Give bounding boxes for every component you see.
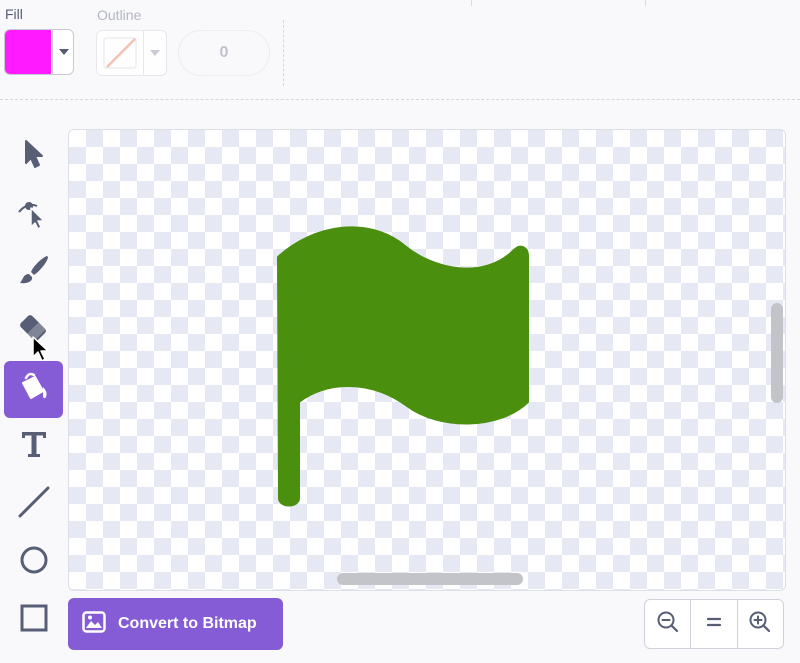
outline-label: Outline: [97, 7, 142, 23]
horizontal-scrollbar[interactable]: [337, 573, 523, 585]
no-color-icon[interactable]: [102, 36, 138, 70]
convert-to-bitmap-label: Convert to Bitmap: [118, 615, 257, 632]
paint-bucket-icon: [16, 369, 52, 410]
toolbar-tick: [471, 0, 472, 6]
text-t-icon: [19, 428, 49, 465]
outline-color-picker[interactable]: [96, 30, 167, 76]
zoom-controls: [644, 599, 784, 649]
zoom-out-icon: [656, 610, 680, 639]
bitmap-image-icon: [82, 610, 106, 638]
line-tool-button[interactable]: [4, 476, 63, 533]
chevron-down-icon[interactable]: [143, 31, 166, 75]
toolbar-tick: [645, 0, 646, 6]
zoom-reset-button[interactable]: [690, 600, 736, 648]
fill-color-swatch[interactable]: [5, 30, 51, 74]
circle-tool-button[interactable]: [4, 534, 63, 591]
paint-canvas[interactable]: [68, 129, 786, 591]
outline-width-input[interactable]: 0: [178, 30, 270, 76]
fill-color-picker[interactable]: [4, 29, 74, 75]
arrow-pointer-icon: [20, 138, 48, 175]
toolbar-divider: [283, 20, 284, 86]
zoom-out-button[interactable]: [645, 600, 690, 648]
vertical-scrollbar[interactable]: [771, 303, 783, 403]
paintbrush-icon: [17, 253, 51, 292]
fill-label: Fill: [5, 6, 23, 22]
reshape-pointer-icon: [17, 194, 51, 235]
brush-tool-button[interactable]: [4, 244, 63, 301]
line-icon: [17, 485, 51, 524]
convert-to-bitmap-button[interactable]: Convert to Bitmap: [68, 598, 283, 650]
equals-icon: [705, 615, 723, 634]
fill-tool-button[interactable]: [4, 361, 63, 418]
zoom-in-icon: [748, 610, 772, 639]
zoom-in-button[interactable]: [736, 600, 783, 648]
flag-shape[interactable]: [69, 130, 786, 591]
text-tool-button[interactable]: [4, 418, 63, 475]
circle-icon: [19, 545, 49, 580]
chevron-down-icon[interactable]: [52, 30, 73, 74]
reshape-tool-button[interactable]: [4, 186, 63, 243]
select-tool-button[interactable]: [4, 128, 63, 185]
rectangle-icon: [19, 603, 49, 638]
rectangle-tool-button[interactable]: [4, 592, 63, 649]
toolbar-bottom-divider: [0, 99, 800, 100]
